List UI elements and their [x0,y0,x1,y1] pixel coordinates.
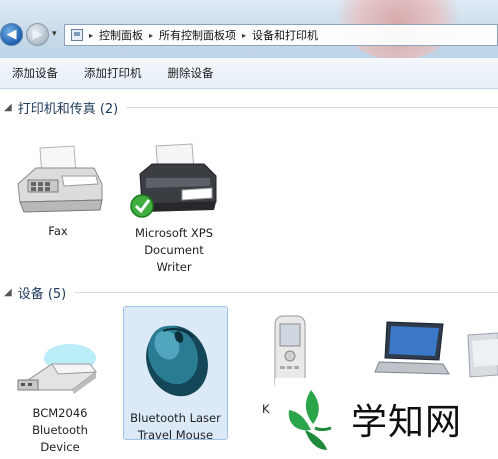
device-label: Writer [156,260,192,274]
collapse-chevron-icon[interactable]: ◢ [4,287,12,298]
device-label: Bluetooth Laser [130,411,221,425]
collapse-chevron-icon[interactable]: ◢ [4,102,12,113]
back-button[interactable]: ◀ [0,23,23,46]
usb-bluetooth-dongle-icon [17,344,97,394]
fax-icon [17,145,103,213]
watermark: 学知网 [275,378,498,459]
watermark-text: 学知网 [351,401,463,443]
device-item-fax[interactable]: Fax [8,140,108,240]
device-item-xps-writer[interactable]: Microsoft XPS Document Writer [118,140,230,276]
breadcrumb-separator[interactable]: ▸ [149,31,153,40]
device-item-laptop[interactable] [372,318,452,383]
leaf-logo-icon [288,389,332,450]
device-item-bluetooth-mouse[interactable]: Bluetooth Laser Travel Mouse [123,306,228,442]
breadcrumb-control-panel[interactable]: 控制面板 [99,27,143,43]
device-label: Bluetooth [32,423,88,437]
device-item-bcm2046[interactable]: BCM2046 Bluetooth Device [8,330,112,456]
device-icon [467,332,498,378]
command-toolbar: 添加设备 添加打印机 删除设备 [0,58,498,89]
device-label: Document [144,243,204,257]
group-divider [74,291,498,293]
group-header-printers[interactable]: ◢ 打印机和传真 (2) [0,97,498,117]
laptop-icon [374,321,450,375]
group-divider [126,106,498,108]
add-device-button[interactable]: 添加设备 [12,65,58,81]
breadcrumb-separator[interactable]: ▸ [242,31,246,40]
forward-button[interactable]: ▶ [26,23,49,46]
remove-device-button[interactable]: 删除设备 [168,65,214,81]
printer-icon [130,143,217,218]
control-panel-icon [71,29,83,41]
mouse-icon [145,325,208,397]
group-header-devices[interactable]: ◢ 设备 (5) [0,282,498,302]
breadcrumb-all-items[interactable]: 所有控制面板项 [159,27,236,43]
history-dropdown-icon[interactable]: ▾ [52,29,57,39]
add-printer-button[interactable]: 添加打印机 [84,65,142,81]
breadcrumb-separator[interactable]: ▸ [89,31,93,40]
device-label: Fax [48,224,68,238]
device-label: Microsoft XPS [134,226,214,240]
default-checkmark-icon [130,194,154,218]
breadcrumb-devices-printers[interactable]: 设备和打印机 [252,27,318,43]
breadcrumb[interactable]: ▸ 控制面板 ▸ 所有控制面板项 ▸ 设备和打印机 [64,24,498,46]
device-label: BCM2046 [32,406,88,420]
group-title: 打印机和传真 (2) [17,101,119,117]
group-title: 设备 (5) [17,286,67,302]
device-label: Travel Mouse [137,428,214,442]
device-label: Device [40,440,80,454]
address-bar: ◀ ▶ ▾ ▸ 控制面板 ▸ 所有控制面板项 ▸ 设备和打印机 [0,0,498,58]
